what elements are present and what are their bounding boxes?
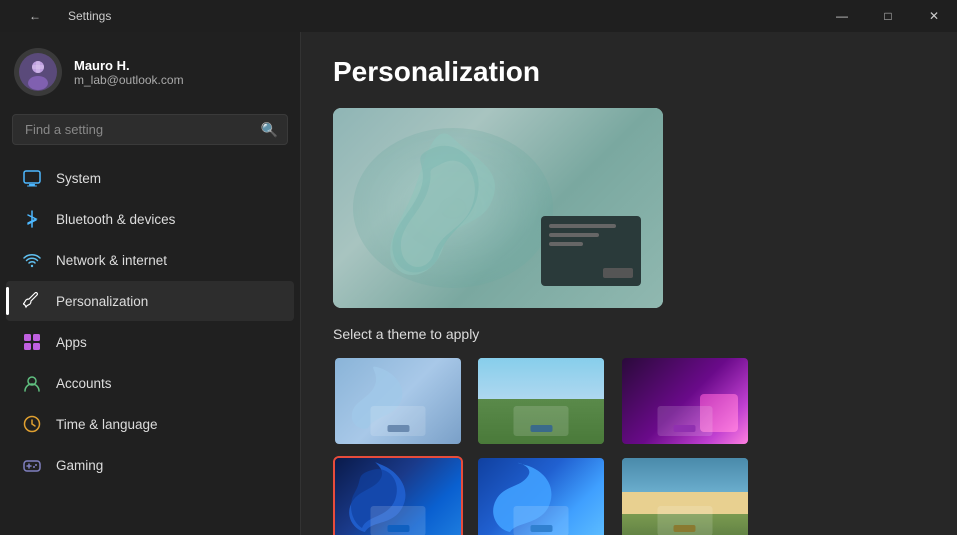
theme-card-4[interactable] [333, 456, 463, 535]
theme-grid [333, 356, 753, 535]
close-button[interactable]: ✕ [911, 0, 957, 32]
section-label: Select a theme to apply [333, 326, 925, 342]
system-icon [22, 168, 42, 188]
theme-5-mini-window [514, 506, 569, 535]
sidebar-item-system[interactable]: System [6, 158, 294, 198]
sidebar-nav: System Bluetooth & devices [0, 153, 300, 535]
mini-line-2 [549, 233, 599, 237]
sidebar-item-apps[interactable]: Apps [6, 322, 294, 362]
theme-card-3[interactable] [620, 356, 750, 446]
mini-window-button [603, 268, 633, 278]
sidebar-item-system-label: System [56, 171, 101, 186]
sidebar-item-accounts-label: Accounts [56, 376, 112, 391]
gaming-icon [22, 455, 42, 475]
search-input[interactable] [12, 114, 288, 145]
page-title: Personalization [333, 56, 925, 88]
titlebar-controls: — □ ✕ [819, 0, 957, 32]
apps-icon [22, 332, 42, 352]
theme-4-mini-button [387, 525, 409, 532]
theme-card-1[interactable] [333, 356, 463, 446]
theme-card-5[interactable] [476, 456, 606, 535]
sidebar-item-personalization-label: Personalization [56, 294, 148, 309]
accounts-icon [22, 373, 42, 393]
content-area: Personalization [301, 32, 957, 535]
bluetooth-icon [22, 209, 42, 229]
sidebar-item-bluetooth-label: Bluetooth & devices [56, 212, 175, 227]
sidebar-item-apps-label: Apps [56, 335, 87, 350]
profile-email: m_lab@outlook.com [74, 73, 184, 87]
titlebar: ← Settings — □ ✕ [0, 0, 957, 32]
sidebar-item-network[interactable]: Network & internet [6, 240, 294, 280]
theme-preview [333, 108, 663, 308]
theme-3-mini-button [674, 425, 696, 432]
app-body: Mauro H. m_lab@outlook.com 🔍 System [0, 32, 957, 535]
sidebar-item-gaming-label: Gaming [56, 458, 103, 473]
theme-3-mini-window [657, 406, 712, 436]
theme-6-mini-button [674, 525, 696, 532]
swirl-decoration [343, 118, 563, 298]
sidebar-item-time-label: Time & language [56, 417, 158, 432]
profile-info: Mauro H. m_lab@outlook.com [74, 58, 184, 87]
theme-5-background [478, 458, 604, 535]
theme-1-mini-button [387, 425, 409, 432]
preview-mini-window [541, 216, 641, 286]
theme-3-background [622, 358, 748, 444]
sidebar-item-time[interactable]: Time & language [6, 404, 294, 444]
theme-6-mini-window [657, 506, 712, 535]
theme-6-background [622, 458, 748, 535]
sidebar-item-accounts[interactable]: Accounts [6, 363, 294, 403]
preview-background [333, 108, 663, 308]
theme-card-2[interactable] [476, 356, 606, 446]
profile-name: Mauro H. [74, 58, 184, 73]
theme-1-mini-window [371, 406, 426, 436]
back-button[interactable]: ← [12, 0, 58, 32]
theme-card-6[interactable] [620, 456, 750, 535]
sidebar-search-container: 🔍 [12, 114, 288, 145]
theme-2-background [478, 358, 604, 444]
theme-4-mini-window [371, 506, 426, 535]
search-icon: 🔍 [261, 121, 278, 138]
mini-line-3 [549, 242, 583, 246]
sidebar-item-bluetooth[interactable]: Bluetooth & devices [6, 199, 294, 239]
avatar [14, 48, 62, 96]
theme-2-mini-window [514, 406, 569, 436]
minimize-button[interactable]: — [819, 0, 865, 32]
theme-2-mini-button [530, 425, 552, 432]
titlebar-title: Settings [68, 9, 111, 23]
network-icon [22, 250, 42, 270]
sidebar-item-network-label: Network & internet [56, 253, 167, 268]
brush-icon [22, 291, 42, 311]
theme-5-mini-button [530, 525, 552, 532]
sidebar-item-gaming[interactable]: Gaming [6, 445, 294, 485]
sidebar-item-personalization[interactable]: Personalization [6, 281, 294, 321]
maximize-button[interactable]: □ [865, 0, 911, 32]
theme-4-background [335, 458, 461, 535]
mini-line-1 [549, 224, 616, 228]
sidebar-profile[interactable]: Mauro H. m_lab@outlook.com [0, 32, 300, 110]
theme-1-background [335, 358, 461, 444]
sidebar: Mauro H. m_lab@outlook.com 🔍 System [0, 32, 300, 535]
clock-icon [22, 414, 42, 434]
titlebar-left: ← Settings [12, 0, 111, 32]
